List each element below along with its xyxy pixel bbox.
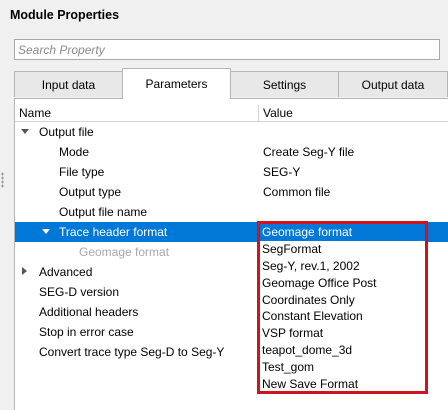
row-label: Trace header format [59,225,168,239]
tree-header: Name Value [15,105,448,122]
column-header-name[interactable]: Name [19,106,51,120]
row-label: SEG-D version [39,285,120,299]
dropdown-option[interactable]: Seg-Y, rev.1, 2002 [260,258,425,275]
row-label: Advanced [39,265,93,279]
dropdown-option[interactable]: teapot_dome_3d [260,342,425,359]
row-label: Output file name [59,205,148,219]
expand-down-icon[interactable] [21,129,29,134]
dropdown-option[interactable]: Test_gom [260,359,425,376]
dropdown-option[interactable]: New Save Format [260,376,425,393]
dropdown-option[interactable]: Geomage Office Post [260,275,425,292]
tree-row-output-type[interactable]: Output type Common file [15,182,448,202]
tree-row-output-file[interactable]: Output file [15,122,448,142]
search-property-input[interactable] [14,39,440,60]
row-label: Output type [59,185,122,199]
tab-input-data[interactable]: Input data [14,71,123,97]
tab-parameters[interactable]: Parameters [122,68,231,99]
trace-header-format-dropdown[interactable]: Geomage format SegFormat Seg-Y, rev.1, 2… [257,221,428,394]
dropdown-option[interactable]: Constant Elevation [260,308,425,325]
tree-row-mode[interactable]: Mode Create Seg-Y file [15,142,448,162]
row-label: Stop in error case [39,325,134,339]
dropdown-option[interactable]: VSP format [260,325,425,342]
row-label: Output file [39,125,94,139]
row-label: Additional headers [39,305,139,319]
row-value[interactable]: Common file [263,185,330,199]
tab-bar: Input data Parameters Settings Output da… [14,68,448,99]
column-header-value[interactable]: Value [263,106,293,120]
row-label: Convert trace type Seg-D to Seg-Y [39,345,225,359]
tree-row-output-file-name[interactable]: Output file name [15,202,448,222]
panel-title: Module Properties [10,8,120,22]
dropdown-option[interactable]: Coordinates Only [260,292,425,309]
row-label: Geomage format [79,245,170,259]
column-separator[interactable] [258,105,259,121]
row-value[interactable]: SEG-Y [263,165,300,179]
row-value[interactable]: Create Seg-Y file [263,145,354,159]
tree-row-file-type[interactable]: File type SEG-Y [15,162,448,182]
tab-settings[interactable]: Settings [230,71,339,97]
dropdown-option[interactable]: SegFormat [260,241,425,258]
tab-output-data[interactable]: Output data [338,71,448,97]
expand-right-icon[interactable] [22,267,27,275]
row-label: Mode [59,145,90,159]
collapse-icon[interactable] [42,229,50,234]
splitter-grip[interactable] [1,172,4,188]
dropdown-option[interactable]: Geomage format [260,224,425,241]
row-label: File type [59,165,105,179]
